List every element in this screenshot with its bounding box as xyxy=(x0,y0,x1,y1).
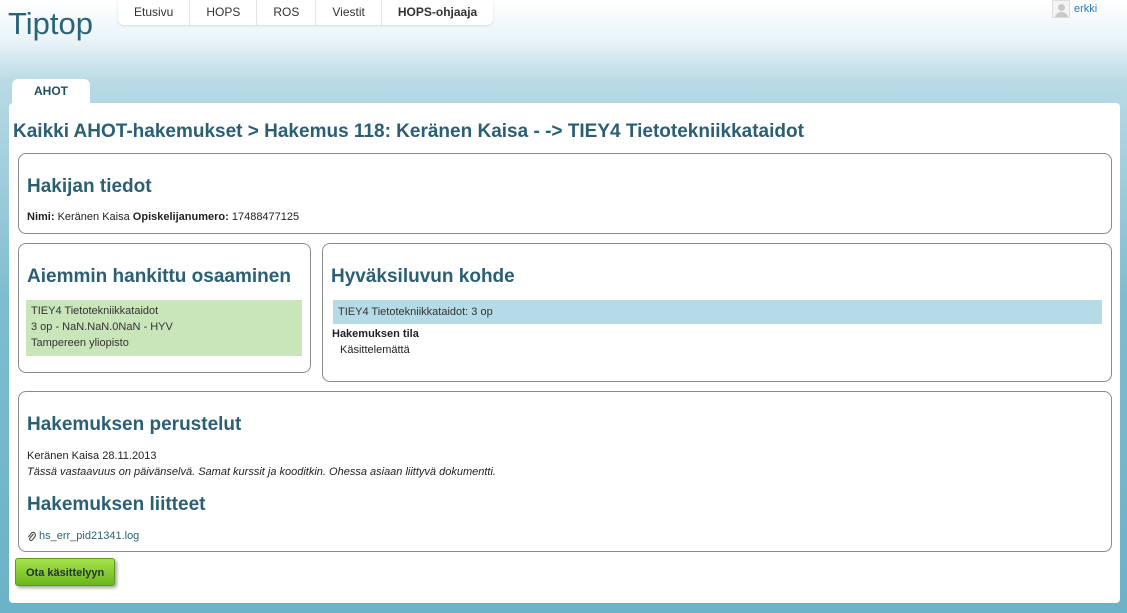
tab-ahot[interactable]: AHOT xyxy=(12,79,90,104)
paperclip-icon xyxy=(27,531,36,541)
rationale-box: Hakemuksen perustelut Keränen Kaisa 28.1… xyxy=(18,391,1112,552)
nav-ros[interactable]: ROS xyxy=(257,0,317,25)
nav-viestit[interactable]: Viestit xyxy=(316,0,382,25)
status-label: Hakemuksen tila xyxy=(332,328,419,340)
rationale-author-date: Keränen Kaisa 28.11.2013 xyxy=(27,450,157,462)
nav-hops[interactable]: HOPS xyxy=(190,0,258,25)
prior-course-details: 3 op - NaN.NaN.0NaN - HYV xyxy=(31,321,173,333)
breadcrumb: Kaikki AHOT-hakemukset > Hakemus 118: Ke… xyxy=(13,121,804,142)
accreditation-target-box: Hyväksiluvun kohde TIEY4 Tietotekniikkat… xyxy=(322,243,1112,382)
student-number-value: 17488477125 xyxy=(231,211,300,223)
user-avatar-icon xyxy=(1052,0,1070,18)
attachments-heading: Hakemuksen liitteet xyxy=(27,494,206,515)
rationale-text: Tässä vastaavuus on päivänselvä. Samat k… xyxy=(27,466,496,478)
prior-course-institution: Tampereen yliopisto xyxy=(31,337,129,349)
nav-etusivu[interactable]: Etusivu xyxy=(118,0,191,25)
target-course: TIEY4 Tietotekniikkataidot: 3 op xyxy=(333,300,1102,324)
take-into-processing-button[interactable]: Ota käsittelyyn xyxy=(15,558,116,586)
prior-course-card: TIEY4 Tietotekniikkataidot 3 op - NaN.Na… xyxy=(26,300,302,356)
name-value: Keränen Kaisa xyxy=(57,211,130,223)
applicant-box: Hakijan tiedot Nimi: Keränen Kaisa Opisk… xyxy=(18,153,1112,234)
name-label: Nimi: xyxy=(27,211,55,223)
applicant-info: Nimi: Keränen Kaisa Opiskelijanumero: 17… xyxy=(27,211,299,223)
attachment-filename[interactable]: hs_err_pid21341.log xyxy=(39,530,139,542)
prior-learning-box: Aiemmin hankittu osaaminen TIEY4 Tietote… xyxy=(18,243,311,373)
prior-course-name: TIEY4 Tietotekniikkataidot xyxy=(31,305,159,317)
applicant-heading: Hakijan tiedot xyxy=(27,176,152,197)
student-number-label: Opiskelijanumero: xyxy=(132,211,229,223)
username-link[interactable]: erkki xyxy=(1074,3,1097,15)
user-menu[interactable]: erkki xyxy=(1052,0,1097,18)
prior-learning-heading: Aiemmin hankittu osaaminen xyxy=(27,266,291,287)
accreditation-target-heading: Hyväksiluvun kohde xyxy=(331,266,515,287)
rationale-heading: Hakemuksen perustelut xyxy=(27,414,242,435)
main-panel: Kaikki AHOT-hakemukset > Hakemus 118: Ke… xyxy=(9,103,1120,603)
attachment-link[interactable]: hs_err_pid21341.log xyxy=(27,530,139,542)
top-navigation: Etusivu HOPS ROS Viestit HOPS-ohjaaja xyxy=(118,0,494,25)
status-value: Käsittelemättä xyxy=(340,344,410,356)
nav-hops-ohjaaja[interactable]: HOPS-ohjaaja xyxy=(382,0,493,25)
app-logo: Tiptop xyxy=(8,6,94,41)
